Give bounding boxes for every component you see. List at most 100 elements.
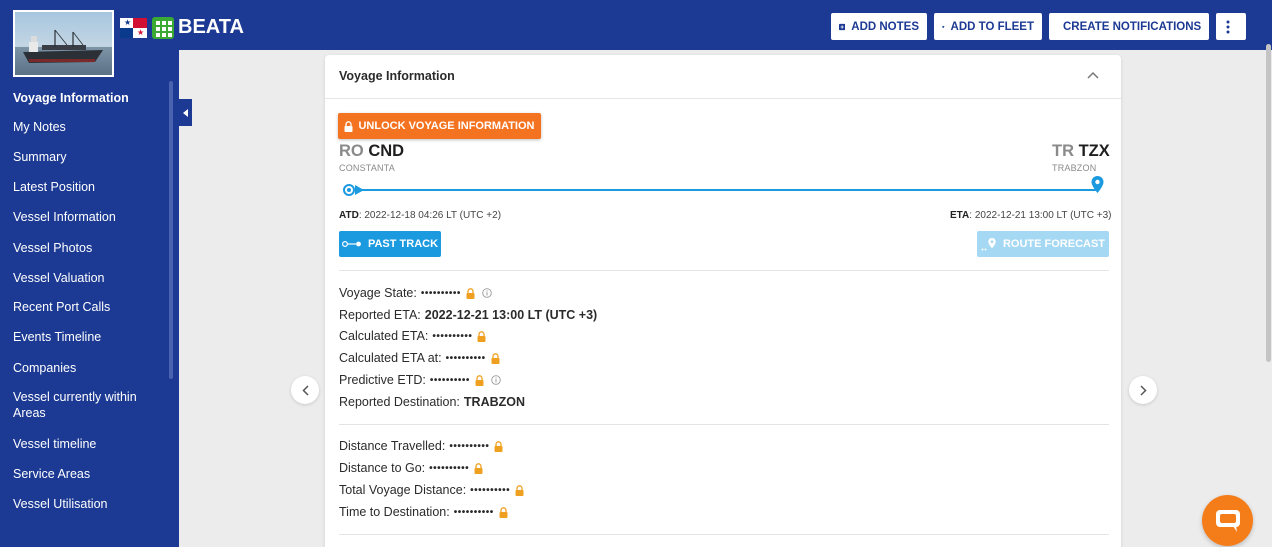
atd-value: : 2022-12-18 04:26 LT (UTC +2) <box>358 210 502 221</box>
lock-icon[interactable] <box>499 506 508 518</box>
cargo-vessel-type-icon <box>152 17 174 39</box>
sidebar-item-vessel-within-areas[interactable]: Vessel currently within Areas <box>13 389 153 421</box>
reported-destination-field: Reported Destination: TRABZON <box>339 394 525 410</box>
field-label: Reported ETA: <box>339 308 421 322</box>
divider <box>339 534 1109 535</box>
lock-icon <box>344 120 353 132</box>
masked-value: •••••••••• <box>470 484 511 496</box>
destination-code: TZX <box>1078 142 1110 160</box>
route-forecast-icon <box>981 237 996 250</box>
page-scrollbar[interactable] <box>1266 44 1271 362</box>
previous-section-button[interactable] <box>291 376 319 404</box>
chevron-up-icon[interactable] <box>1087 71 1099 79</box>
masked-value: •••••••••• <box>432 330 473 342</box>
sidebar-item-summary[interactable]: Summary <box>13 149 66 165</box>
more-options-button[interactable] <box>1216 13 1246 40</box>
sidebar-item-companies[interactable]: Companies <box>13 360 76 376</box>
reported-eta-value: 2022-12-21 13:00 LT (UTC +3) <box>424 308 598 322</box>
card-header[interactable]: Voyage Information <box>325 55 1121 99</box>
lock-icon[interactable] <box>474 462 483 474</box>
predictive-etd-field: Predictive ETD: •••••••••• <box>339 372 501 388</box>
info-icon[interactable] <box>482 288 492 298</box>
chat-support-button[interactable] <box>1202 495 1253 546</box>
sidebar-item-vessel-photos[interactable]: Vessel Photos <box>13 240 92 256</box>
heart-icon <box>942 25 945 28</box>
sidebar-item-service-areas[interactable]: Service Areas <box>13 466 90 482</box>
atd-label: ATD <box>339 210 359 221</box>
destination-pin-icon <box>1091 176 1104 193</box>
reported-eta-field: Reported ETA: 2022-12-21 13:00 LT (UTC +… <box>339 307 597 323</box>
lock-icon[interactable] <box>466 287 475 299</box>
origin-port-name: CONSTANTA <box>339 163 395 173</box>
field-label: Voyage State: <box>339 286 417 300</box>
lock-icon[interactable] <box>494 440 503 452</box>
total-voyage-distance-field: Total Voyage Distance: •••••••••• <box>339 482 524 498</box>
eta-text: ETA: 2022-12-21 13:00 LT (UTC +3) <box>950 210 1111 221</box>
ship-image <box>23 29 103 63</box>
add-notes-button[interactable]: ADD NOTES <box>831 13 927 40</box>
sidebar-item-vessel-information[interactable]: Vessel Information <box>13 209 116 225</box>
panama-flag-icon: ★ ★ <box>120 18 147 38</box>
calculated-eta-at-field: Calculated ETA at: •••••••••• <box>339 350 500 366</box>
field-label: Distance Travelled: <box>339 439 446 453</box>
unlock-label: UNLOCK VOYAGE INFORMATION <box>358 120 535 132</box>
collapse-sidebar-button[interactable] <box>179 99 192 126</box>
field-label: Distance to Go: <box>339 461 426 475</box>
lock-icon[interactable] <box>515 484 524 496</box>
masked-value: •••••••••• <box>453 506 494 518</box>
chevron-right-icon <box>1139 384 1147 396</box>
lock-icon[interactable] <box>491 352 500 364</box>
sidebar-item-my-notes[interactable]: My Notes <box>13 119 66 135</box>
sidebar-item-events-timeline[interactable]: Events Timeline <box>13 329 101 345</box>
next-section-button[interactable] <box>1129 376 1157 404</box>
top-bar: ★ ★ BEATA ADD NOTES ADD TO FLEET CREATE N… <box>0 0 1272 50</box>
track-icon <box>341 241 361 247</box>
vessel-position-arrow-icon <box>355 185 364 195</box>
origin-code: CND <box>368 142 405 160</box>
distance-to-go-field: Distance to Go: •••••••••• <box>339 460 483 476</box>
kebab-menu-icon <box>1226 20 1230 33</box>
eta-value: : 2022-12-21 13:00 LT (UTC +3) <box>969 210 1112 221</box>
route-forecast-label: ROUTE FORECAST <box>1002 238 1106 250</box>
field-label: Time to Destination: <box>339 505 450 519</box>
destination-port-name: TRABZON <box>1052 163 1097 173</box>
origin-marker-icon <box>343 184 355 196</box>
sidebar-item-vessel-valuation[interactable]: Vessel Valuation <box>13 270 105 286</box>
field-label: Calculated ETA at: <box>339 351 442 365</box>
sidebar-item-voyage-information[interactable]: Voyage Information <box>13 90 129 106</box>
origin-port-code: RO CND <box>339 141 404 161</box>
masked-value: •••••••••• <box>449 440 490 452</box>
vessel-photo-thumbnail[interactable] <box>13 10 114 77</box>
origin-country: RO <box>339 142 364 160</box>
eta-label: ETA <box>950 210 970 221</box>
time-to-destination-field: Time to Destination: •••••••••• <box>339 504 508 520</box>
sidebar-item-recent-port-calls[interactable]: Recent Port Calls <box>13 299 110 315</box>
lock-icon[interactable] <box>477 330 486 342</box>
masked-value: •••••••••• <box>420 287 461 299</box>
create-notifications-button[interactable]: CREATE NOTIFICATIONS <box>1049 13 1209 40</box>
add-note-icon <box>839 23 846 30</box>
past-track-button[interactable]: PAST TRACK <box>339 231 441 257</box>
caret-left-icon <box>183 108 188 117</box>
atd-text: ATD: 2022-12-18 04:26 LT (UTC +2) <box>339 210 501 221</box>
chevron-left-icon <box>301 384 309 396</box>
voyage-state-field: Voyage State: •••••••••• <box>339 285 492 301</box>
calculated-eta-field: Calculated ETA: •••••••••• <box>339 328 486 344</box>
sidebar: Voyage Information My Notes Summary Late… <box>0 50 179 547</box>
sidebar-item-latest-position[interactable]: Latest Position <box>13 179 95 195</box>
create-notifications-label: CREATE NOTIFICATIONS <box>1063 20 1202 33</box>
voyage-progress-line <box>350 189 1098 191</box>
sidebar-scrollbar[interactable] <box>169 81 173 379</box>
route-forecast-button[interactable]: ROUTE FORECAST <box>977 231 1109 257</box>
unlock-voyage-information-button[interactable]: UNLOCK VOYAGE INFORMATION <box>338 113 541 139</box>
add-to-fleet-label: ADD TO FLEET <box>950 20 1034 33</box>
divider <box>339 270 1109 271</box>
info-icon[interactable] <box>491 375 501 385</box>
vessel-name: BEATA <box>178 16 244 38</box>
lock-icon[interactable] <box>475 374 484 386</box>
add-to-fleet-button[interactable]: ADD TO FLEET <box>934 13 1042 40</box>
sidebar-item-vessel-utilisation[interactable]: Vessel Utilisation <box>13 496 108 512</box>
distance-travelled-field: Distance Travelled: •••••••••• <box>339 438 503 454</box>
sidebar-item-vessel-timeline[interactable]: Vessel timeline <box>13 436 96 452</box>
field-label: Predictive ETD: <box>339 373 426 387</box>
